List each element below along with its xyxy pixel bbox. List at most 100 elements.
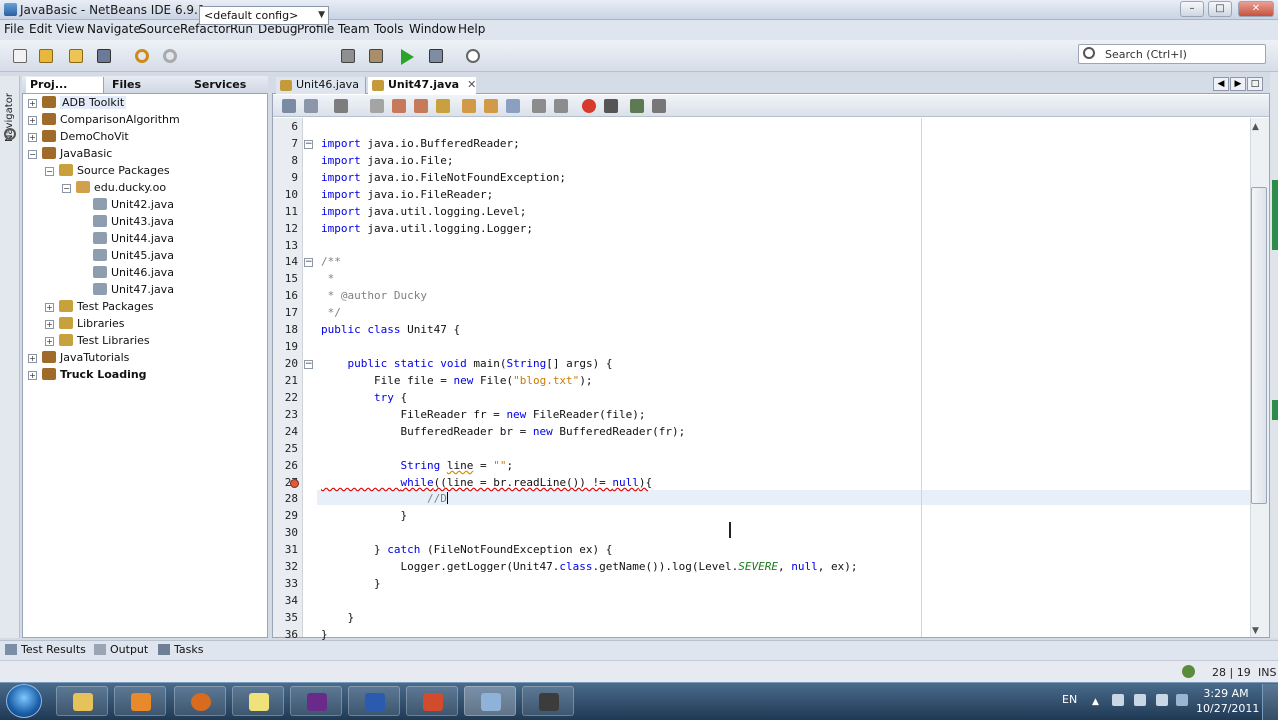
tree-item[interactable]: Test Packages [59,299,153,316]
language-indicator[interactable]: EN [1062,693,1077,706]
tree-item[interactable]: ADB Toolkit [42,95,127,112]
code-line[interactable]: String line = ""; [321,459,513,473]
menu-file[interactable]: File [4,20,24,36]
tree-item[interactable]: Unit45.java [93,248,174,265]
code-line[interactable]: } catch (FileNotFoundException ex) { [321,543,612,557]
scroll-tabs-right-icon[interactable]: ▶ [1230,77,1246,91]
taskbar-camtasia[interactable] [406,686,458,716]
menu-view[interactable]: View [56,20,84,36]
build-button[interactable] [338,46,358,66]
taskbar-netbeans[interactable] [464,686,516,716]
fold-toggle-icon[interactable]: − [304,258,313,267]
tree-item[interactable]: JavaBasic [42,146,112,163]
minimize-button[interactable]: – [1180,1,1204,17]
menu-navigate[interactable]: Navigate [87,20,141,36]
tree-item[interactable]: edu.ducky.oo [76,180,166,197]
clean-build-button[interactable] [366,46,386,66]
menu-source[interactable]: Source [139,20,180,36]
tab-unit47[interactable]: Unit47.java ✕ [368,77,476,94]
run-button[interactable] [398,46,418,66]
taskbar-yahoo-messenger[interactable] [290,686,342,716]
code-line[interactable]: } [321,509,407,523]
scrollbar-thumb[interactable] [1251,187,1267,504]
code-line[interactable]: } [321,611,354,625]
tab-test-results[interactable]: Test Results [5,643,86,656]
save-all-button[interactable] [94,46,114,66]
tree-expander-icon[interactable]: + [45,303,54,312]
shift-left-icon[interactable] [532,99,546,113]
redo-button[interactable] [160,46,180,66]
tree-expander-icon[interactable]: + [28,99,37,108]
code-line[interactable]: while((line = br.readLine()) != null){ [321,476,652,490]
new-project-button[interactable] [36,46,56,66]
tray-expand-icon[interactable]: ▲ [1092,697,1099,707]
tree-expander-icon[interactable]: + [28,133,37,142]
tree-expander-icon[interactable]: + [28,354,37,363]
taskbar-app[interactable] [522,686,574,716]
fold-toggle-icon[interactable]: − [304,360,313,369]
code-line[interactable]: //D [321,492,448,506]
tab-tasks[interactable]: Tasks [158,643,203,656]
uncomment-icon[interactable] [652,99,666,113]
menu-team[interactable]: Team [338,20,370,36]
previous-bookmark-icon[interactable] [462,99,476,113]
code-line[interactable]: import java.io.File; [321,154,453,168]
find-next-icon[interactable] [414,99,428,113]
tab-services[interactable]: Services [190,77,266,93]
tree-item[interactable]: Source Packages [59,163,170,180]
code-line[interactable]: try { [321,391,407,405]
back-icon[interactable] [334,99,348,113]
find-icon[interactable] [370,99,384,113]
tree-expander-icon[interactable]: + [28,116,37,125]
show-desktop-button[interactable] [1262,684,1278,720]
close-tab-icon[interactable]: ✕ [467,78,476,91]
tree-item[interactable]: Truck Loading [42,367,147,384]
stop-macro-icon[interactable] [604,99,618,113]
menu-tools[interactable]: Tools [374,20,404,36]
code-line[interactable]: File file = new File("blog.txt"); [321,374,593,388]
tree-item[interactable]: ComparisonAlgorithm [42,112,180,129]
code-line[interactable]: * [321,272,335,286]
code-line[interactable]: */ [321,306,341,320]
profile-button[interactable] [463,46,483,66]
toggle-bookmark-icon[interactable] [506,99,520,113]
shift-right-icon[interactable] [554,99,568,113]
source-view-icon[interactable] [282,99,296,113]
close-button[interactable]: ✕ [1238,1,1274,17]
tree-item[interactable]: Unit42.java [93,197,174,214]
maximize-button[interactable]: □ [1208,1,1232,17]
tree-item[interactable]: Test Libraries [59,333,150,350]
tree-expander-icon[interactable]: − [62,184,71,193]
taskbar-media-player[interactable] [114,686,166,716]
start-macro-icon[interactable] [582,99,596,113]
tree-item[interactable]: JavaTutorials [42,350,129,367]
code-line[interactable]: import java.io.FileReader; [321,188,493,202]
scroll-tabs-left-icon[interactable]: ◀ [1213,77,1229,91]
code-line[interactable]: public class Unit47 { [321,323,460,337]
history-icon[interactable] [304,99,318,113]
comment-icon[interactable] [630,99,644,113]
tree-item[interactable]: DemoChoVit [42,129,129,146]
scroll-up-icon[interactable]: ▲ [1252,122,1259,132]
code-line[interactable]: BufferedReader br = new BufferedReader(f… [321,425,685,439]
volume-icon[interactable] [1156,694,1168,706]
taskbar-word[interactable] [348,686,400,716]
tree-item[interactable]: Libraries [59,316,125,333]
code-line[interactable]: import java.io.FileNotFoundException; [321,171,566,185]
tray-app-icon[interactable] [1176,694,1188,706]
tree-expander-icon[interactable]: + [28,371,37,380]
config-select[interactable]: <default config> ▼ [199,6,329,25]
code-line[interactable]: public static void main(String[] args) { [321,357,613,371]
tab-output[interactable]: Output [94,643,148,656]
new-file-button[interactable] [10,46,30,66]
code-line[interactable]: import java.util.logging.Logger; [321,222,533,236]
debug-button[interactable] [426,46,446,66]
next-bookmark-icon[interactable] [484,99,498,113]
tab-projects[interactable]: Proj... [26,77,104,93]
code-line[interactable]: /** [321,255,341,269]
tree-expander-icon[interactable]: − [45,167,54,176]
network-icon[interactable] [1134,694,1146,706]
taskbar-sticky-notes[interactable] [232,686,284,716]
notification-icon[interactable] [1182,665,1195,678]
tree-expander-icon[interactable]: + [45,320,54,329]
